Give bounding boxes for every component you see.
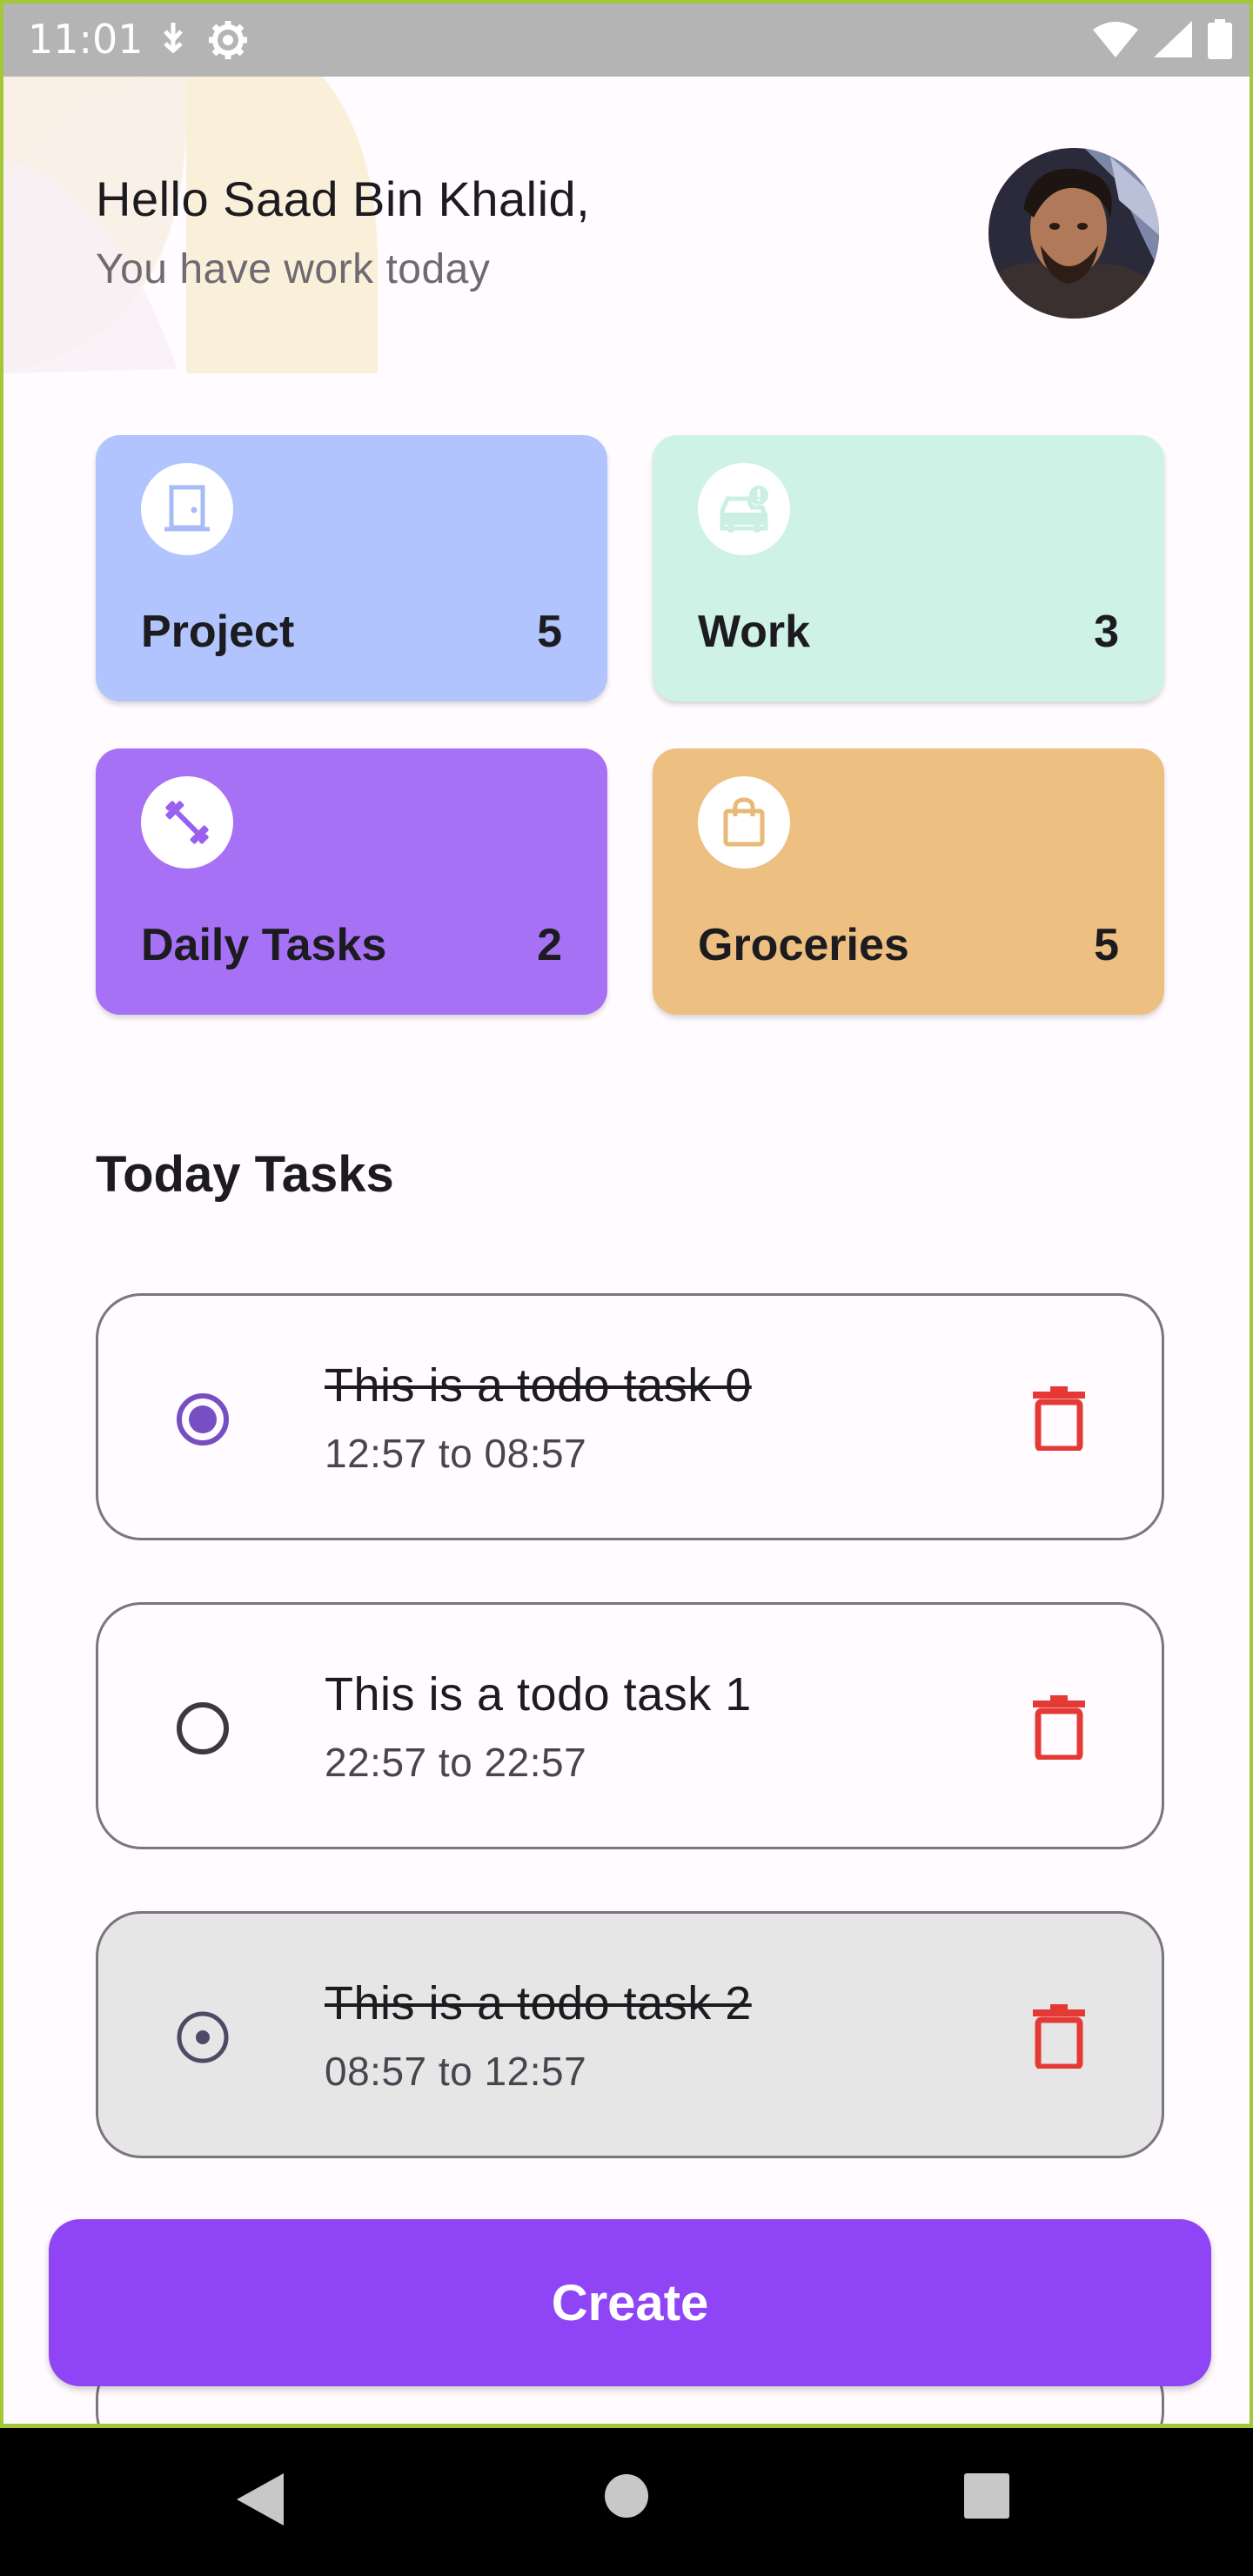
- category-label: Daily Tasks: [141, 920, 387, 970]
- delete-trash-icon[interactable]: [1033, 1386, 1085, 1451]
- greeting-title: Hello Saad Bin Khalid,: [96, 171, 591, 226]
- category-label: Work: [698, 607, 811, 657]
- task-time: 08:57 to 12:57: [325, 2049, 587, 2094]
- app-screen: 11:01 Hello Saad Bin Khalid, You have wo…: [0, 0, 1253, 2428]
- delete-trash-icon[interactable]: [1033, 1695, 1085, 1760]
- greeting-subtitle: You have work today: [96, 246, 491, 292]
- radio-checked-icon[interactable]: [175, 2009, 231, 2065]
- car-alert-icon: [698, 463, 790, 555]
- usb-debug-icon: [164, 23, 183, 54]
- section-title: Today Tasks: [96, 1146, 394, 1203]
- category-count: 2: [537, 920, 562, 970]
- category-card-work[interactable]: Work 3: [653, 435, 1164, 701]
- door-icon: [141, 463, 233, 555]
- task-item[interactable]: This is a todo task 1 22:57 to 22:57: [96, 1602, 1164, 1849]
- status-bar: 11:01: [3, 3, 1250, 77]
- navigation-bar: [0, 2428, 1253, 2576]
- delete-trash-icon[interactable]: [1033, 2004, 1085, 2069]
- category-count: 3: [1094, 607, 1119, 657]
- recents-icon[interactable]: [964, 2473, 1009, 2519]
- create-button[interactable]: Create: [49, 2219, 1211, 2386]
- signal-icon: [1154, 21, 1192, 57]
- dumbbell-icon: [141, 776, 233, 869]
- shopping-bag-icon: [698, 776, 790, 869]
- category-label: Project: [141, 607, 295, 657]
- category-card-daily-tasks[interactable]: Daily Tasks 2: [96, 748, 607, 1015]
- category-card-groceries[interactable]: Groceries 5: [653, 748, 1164, 1015]
- home-icon[interactable]: [604, 2473, 649, 2519]
- task-item[interactable]: This is a todo task 0 12:57 to 08:57: [96, 1293, 1164, 1540]
- status-time: 11:01: [28, 16, 144, 63]
- category-count: 5: [537, 607, 562, 657]
- category-label: Groceries: [698, 920, 909, 970]
- task-title: This is a todo task 0: [325, 1359, 752, 1412]
- wifi-icon: [1093, 22, 1138, 57]
- profile-photo: [988, 148, 1159, 319]
- category-card-project[interactable]: Project 5: [96, 435, 607, 701]
- back-icon[interactable]: [237, 2473, 284, 2526]
- radio-unchecked-icon[interactable]: [175, 1701, 231, 1756]
- task-time: 22:57 to 22:57: [325, 1740, 587, 1785]
- category-count: 5: [1094, 920, 1119, 970]
- avatar[interactable]: [988, 148, 1159, 319]
- task-title: This is a todo task 2: [325, 1977, 752, 2029]
- task-item[interactable]: This is a todo task 2 08:57 to 12:57: [96, 1911, 1164, 2158]
- task-title: This is a todo task 1: [325, 1668, 752, 1721]
- radio-checked-icon[interactable]: [175, 1392, 231, 1447]
- settings-gear-icon: [209, 21, 247, 59]
- task-time: 12:57 to 08:57: [325, 1431, 587, 1476]
- battery-icon: [1208, 19, 1232, 59]
